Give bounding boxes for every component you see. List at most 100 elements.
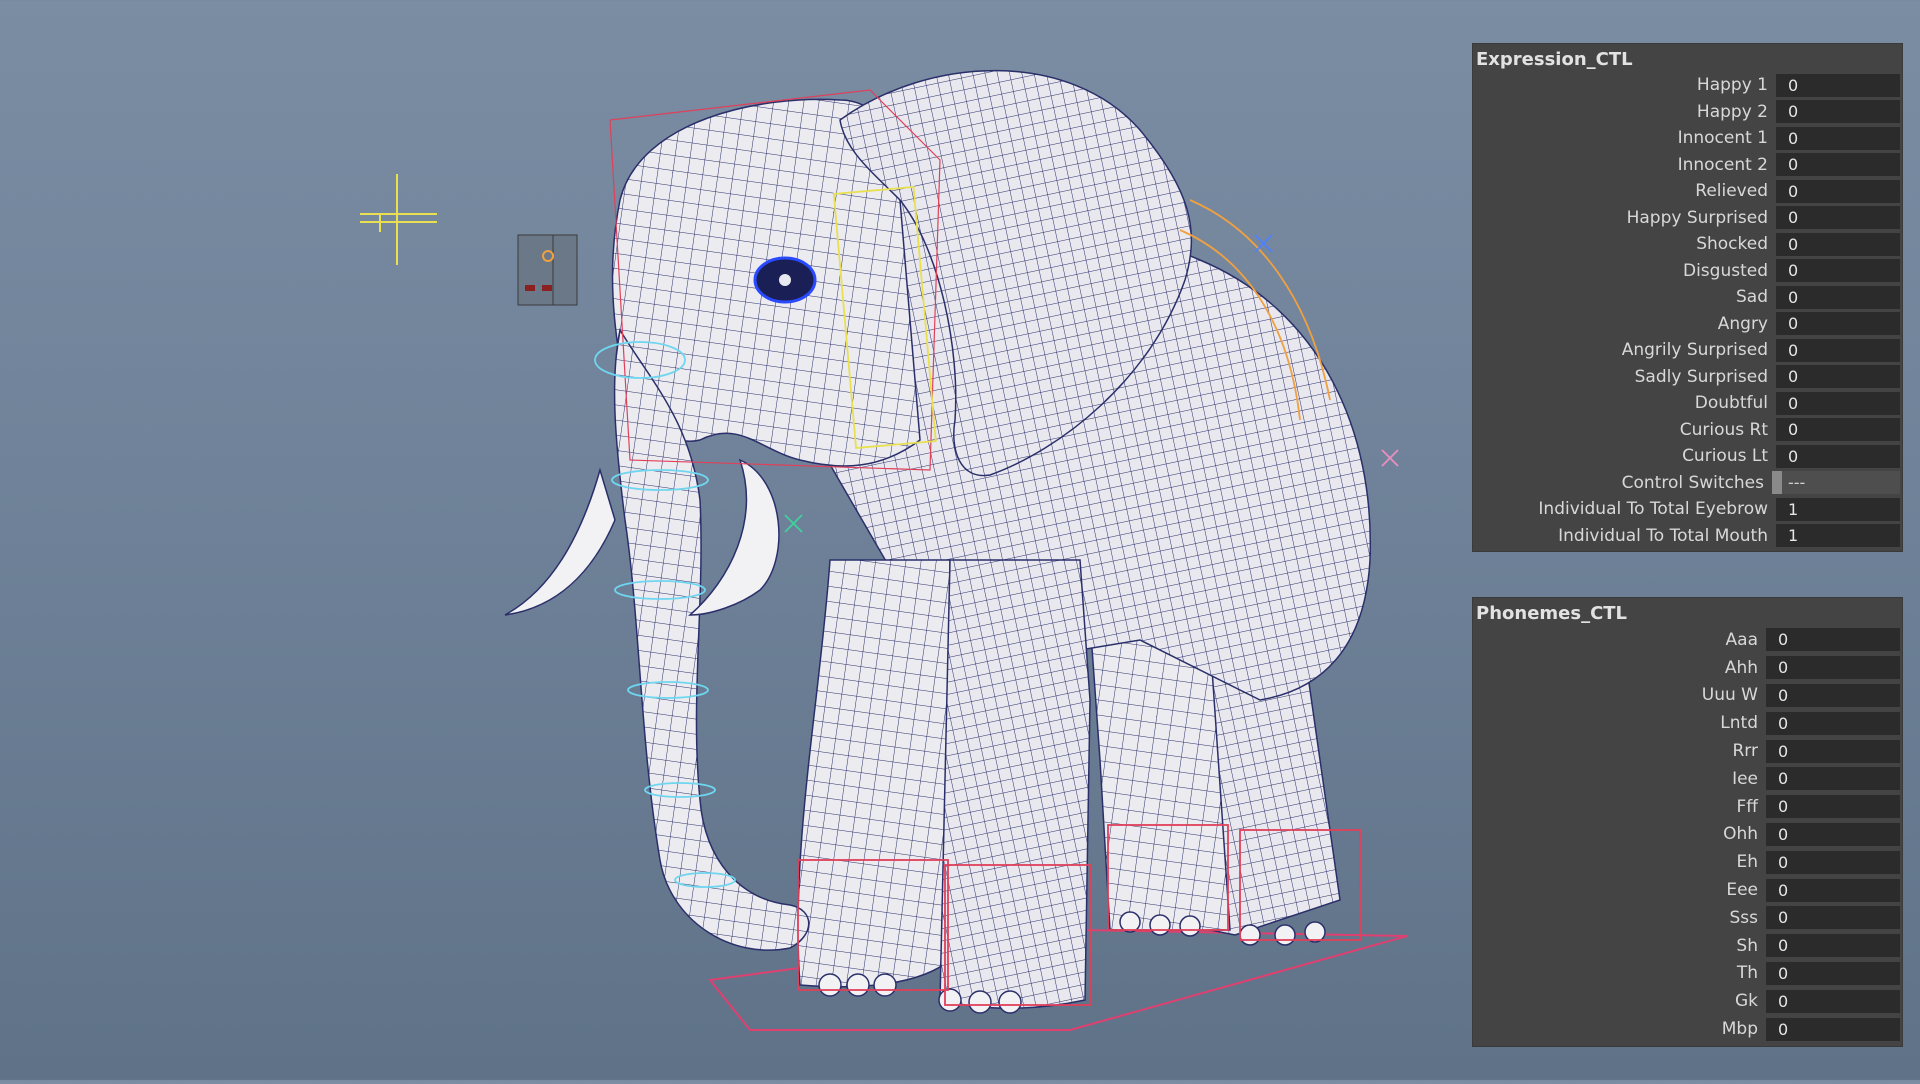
expression-attribute-row[interactable]: Individual To Total Eyebrow 1 — [1473, 496, 1902, 523]
phoneme-attribute-value-field[interactable]: 0 — [1766, 711, 1900, 735]
expression-attribute-label: Curious Lt — [1682, 446, 1768, 467]
phoneme-attribute-row[interactable]: Iee 0 — [1473, 765, 1902, 793]
phonemes-panel-title: Phonemes_CTL — [1476, 603, 1628, 624]
expression-attribute-label: Sad — [1736, 287, 1768, 308]
expression-attribute-value-field[interactable]: 0 — [1776, 73, 1900, 97]
phoneme-attribute-row[interactable]: Ahh 0 — [1473, 654, 1902, 682]
expression-attribute-label: Happy 2 — [1696, 101, 1768, 122]
expression-attribute-value-field[interactable]: 0 — [1776, 365, 1900, 389]
expression-attribute-row[interactable]: Happy 2 0 — [1473, 99, 1902, 126]
expression-attribute-row[interactable]: Doubtful 0 — [1473, 390, 1902, 417]
expression-attribute-value-field[interactable]: 0 — [1776, 126, 1900, 150]
expression-attribute-value-field[interactable]: 0 — [1776, 391, 1900, 415]
expression-attribute-label: Shocked — [1696, 234, 1768, 255]
expression-attribute-label: Control Switches — [1621, 472, 1764, 493]
phoneme-attribute-value-field[interactable]: 0 — [1766, 989, 1900, 1013]
phoneme-attribute-label: Ahh — [1724, 657, 1758, 678]
expression-attribute-row[interactable]: Curious Rt 0 — [1473, 417, 1902, 444]
expression-attribute-row[interactable]: Angry 0 — [1473, 311, 1902, 338]
face-gui-widget-icon[interactable] — [517, 234, 578, 306]
phoneme-attribute-label: Eee — [1726, 880, 1758, 901]
phoneme-attribute-row[interactable]: Rrr 0 — [1473, 737, 1902, 765]
phoneme-attribute-value-field[interactable]: 0 — [1766, 878, 1900, 902]
phoneme-attribute-value-field[interactable]: 0 — [1766, 822, 1900, 846]
expression-attribute-value-field[interactable]: 0 — [1776, 259, 1900, 283]
origin-locator-icon[interactable] — [360, 174, 437, 265]
phoneme-attribute-value-field[interactable]: 0 — [1766, 628, 1900, 652]
phoneme-attribute-label: Mbp — [1721, 1019, 1758, 1040]
phoneme-attribute-label: Iee — [1732, 768, 1758, 789]
phoneme-attribute-value-field[interactable]: 0 — [1766, 795, 1900, 819]
expression-attribute-value-field[interactable]: 0 — [1776, 232, 1900, 256]
expression-attribute-value-field[interactable]: 0 — [1776, 285, 1900, 309]
expression-attribute-list: Happy 1 0 Happy 2 0 Innocent 1 0 Innocent 2 0 Re… — [1473, 72, 1902, 549]
expression-attribute-label: Innocent 2 — [1677, 154, 1768, 175]
expression-attribute-row[interactable]: Sad 0 — [1473, 284, 1902, 311]
expression-attribute-label: Angrily Surprised — [1621, 340, 1768, 361]
expression-attribute-value-field[interactable]: 0 — [1776, 312, 1900, 336]
expression-attribute-row[interactable]: Control Switches --- — [1473, 470, 1902, 497]
phoneme-attribute-label: Lntd — [1720, 713, 1758, 734]
phoneme-attribute-value-field[interactable]: 0 — [1766, 683, 1900, 707]
expression-attribute-value-field[interactable]: 0 — [1776, 153, 1900, 177]
expression-attribute-label: Individual To Total Eyebrow — [1538, 499, 1768, 520]
phoneme-attribute-value-field[interactable]: 0 — [1766, 961, 1900, 985]
expression-attribute-label: Angry — [1717, 313, 1768, 334]
phoneme-attribute-row[interactable]: Mbp 0 — [1473, 1015, 1902, 1043]
phoneme-attribute-row[interactable]: Eh 0 — [1473, 848, 1902, 876]
expression-attribute-row[interactable]: Innocent 2 0 — [1473, 152, 1902, 179]
expression-ctl-channel-box: Expression_CTL Happy 1 0 Happy 2 0 Innocent … — [1473, 44, 1902, 551]
expression-attribute-row[interactable]: Disgusted 0 — [1473, 258, 1902, 285]
phoneme-attribute-row[interactable]: Uuu W 0 — [1473, 682, 1902, 710]
phoneme-attribute-value-field[interactable]: 0 — [1766, 906, 1900, 930]
expression-attribute-value-field[interactable]: 0 — [1776, 179, 1900, 203]
expression-attribute-value-field[interactable]: 0 — [1776, 100, 1900, 124]
expression-attribute-value-field[interactable]: 1 — [1776, 497, 1900, 521]
phoneme-attribute-value-field[interactable]: 0 — [1766, 1017, 1900, 1041]
phoneme-attribute-label: Aaa — [1725, 629, 1758, 650]
expression-attribute-label: Disgusted — [1682, 260, 1768, 281]
expression-attribute-label: Curious Rt — [1679, 419, 1768, 440]
phoneme-attribute-label: Sh — [1736, 935, 1758, 956]
expression-attribute-row[interactable]: Relieved 0 — [1473, 178, 1902, 205]
phoneme-attribute-label: Uuu W — [1701, 685, 1758, 706]
phoneme-attribute-label: Rrr — [1732, 741, 1759, 762]
phoneme-attribute-value-field[interactable]: 0 — [1766, 767, 1900, 791]
expression-attribute-row[interactable]: Happy 1 0 — [1473, 72, 1902, 99]
expression-attribute-row[interactable]: Shocked 0 — [1473, 231, 1902, 258]
phoneme-attribute-value-field[interactable]: 0 — [1766, 739, 1900, 763]
expression-attribute-label: Relieved — [1695, 181, 1768, 202]
phoneme-attribute-row[interactable]: Sh 0 — [1473, 932, 1902, 960]
phoneme-attribute-value-field[interactable]: 0 — [1766, 934, 1900, 958]
expression-attribute-row[interactable]: Sadly Surprised 0 — [1473, 364, 1902, 391]
phoneme-attribute-row[interactable]: Th 0 — [1473, 960, 1902, 988]
expression-panel-title: Expression_CTL — [1476, 49, 1633, 70]
phoneme-attribute-label: Eh — [1736, 852, 1758, 873]
phoneme-attribute-row[interactable]: Fff 0 — [1473, 793, 1902, 821]
phoneme-attribute-row[interactable]: Aaa 0 — [1473, 626, 1902, 654]
expression-attribute-row[interactable]: Curious Lt 0 — [1473, 443, 1902, 470]
expression-attribute-value-field[interactable]: --- — [1772, 471, 1900, 495]
phoneme-attribute-label: Ohh — [1723, 824, 1758, 845]
phoneme-attribute-label: Fff — [1736, 796, 1759, 817]
expression-attribute-value-field[interactable]: 1 — [1776, 524, 1900, 548]
expression-attribute-label: Individual To Total Mouth — [1558, 525, 1768, 546]
expression-attribute-row[interactable]: Happy Surprised 0 — [1473, 205, 1902, 232]
expression-attribute-row[interactable]: Angrily Surprised 0 — [1473, 337, 1902, 364]
phoneme-attribute-row[interactable]: Sss 0 — [1473, 904, 1902, 932]
expression-attribute-value-field[interactable]: 0 — [1776, 418, 1900, 442]
expression-attribute-value-field[interactable]: 0 — [1776, 444, 1900, 468]
expression-attribute-label: Happy 1 — [1696, 75, 1768, 96]
expression-attribute-value-field[interactable]: 0 — [1776, 206, 1900, 230]
phoneme-attribute-value-field[interactable]: 0 — [1766, 850, 1900, 874]
expression-attribute-row[interactable]: Innocent 1 0 — [1473, 125, 1902, 152]
expression-attribute-label: Innocent 1 — [1677, 128, 1768, 149]
phoneme-attribute-row[interactable]: Lntd 0 — [1473, 709, 1902, 737]
phoneme-attribute-row[interactable]: Ohh 0 — [1473, 821, 1902, 849]
expression-attribute-value-field[interactable]: 0 — [1776, 338, 1900, 362]
phoneme-attribute-row[interactable]: Eee 0 — [1473, 876, 1902, 904]
phoneme-attribute-value-field[interactable]: 0 — [1766, 656, 1900, 680]
expression-attribute-row[interactable]: Individual To Total Mouth 1 — [1473, 523, 1902, 550]
phoneme-attribute-row[interactable]: Gk 0 — [1473, 987, 1902, 1015]
phoneme-attribute-label: Th — [1736, 963, 1758, 984]
